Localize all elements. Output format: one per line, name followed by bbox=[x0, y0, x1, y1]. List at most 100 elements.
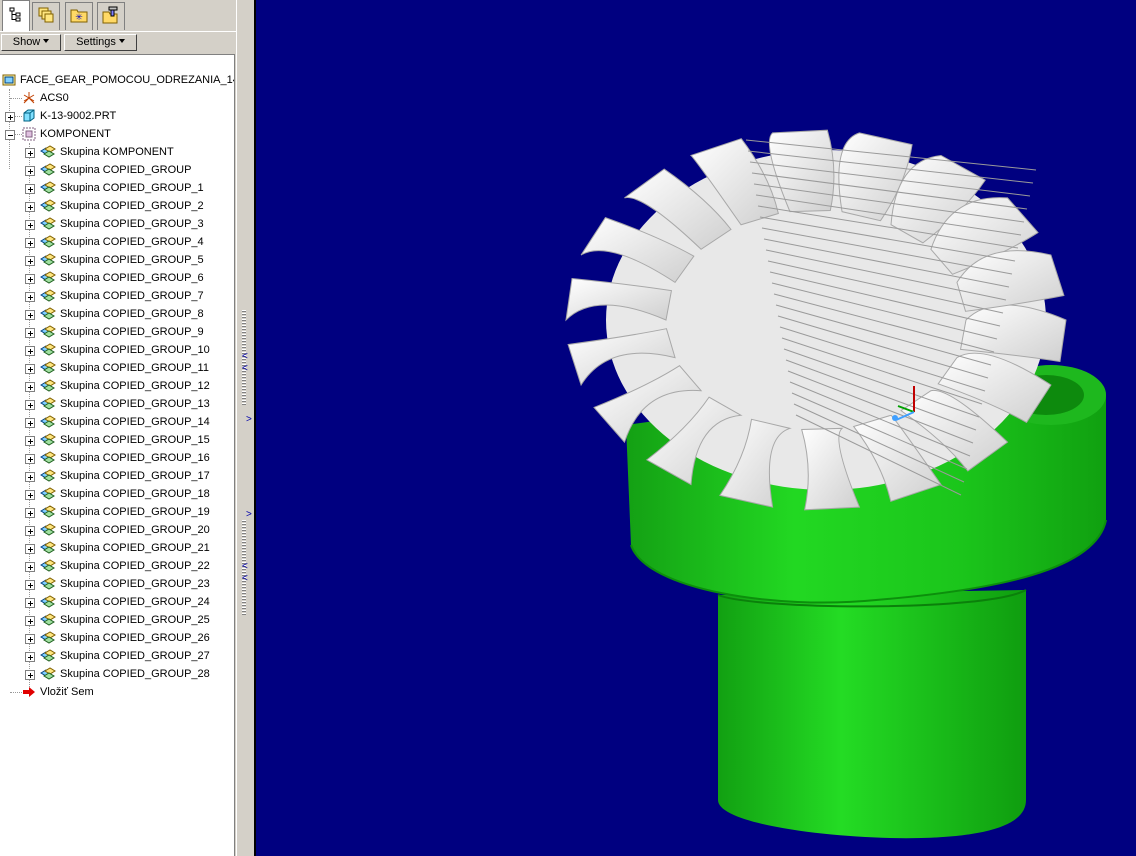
expand-toggle[interactable] bbox=[25, 400, 35, 410]
tree-item-group[interactable]: Skupina COPIED_GROUP_9 bbox=[40, 323, 230, 341]
tree-item-group[interactable]: Skupina COPIED_GROUP_16 bbox=[40, 449, 230, 467]
expand-toggle[interactable] bbox=[25, 346, 35, 356]
tree-item-root[interactable]: FACE_GEAR_POMOCOU_ODREZANIA_142 bbox=[2, 71, 234, 89]
expand-toggle[interactable] bbox=[25, 598, 35, 608]
group-icon bbox=[40, 307, 56, 321]
tree-item-group[interactable]: Skupina COPIED_GROUP_11 bbox=[40, 359, 230, 377]
collapse-left-arrow-icon[interactable]: < bbox=[242, 562, 248, 572]
collapse-left-arrow-icon[interactable]: < bbox=[242, 352, 248, 362]
tree-item-label: Skupina COPIED_GROUP_26 bbox=[60, 632, 210, 644]
expand-toggle[interactable] bbox=[25, 166, 35, 176]
tab-favorites[interactable]: ✳ bbox=[65, 2, 93, 30]
tree-item-group[interactable]: Skupina COPIED_GROUP_14 bbox=[40, 413, 230, 431]
tab-tools[interactable] bbox=[97, 2, 125, 30]
shaft-body[interactable] bbox=[717, 589, 1027, 839]
expand-toggle[interactable] bbox=[25, 490, 35, 500]
tree-item-group[interactable]: Skupina COPIED_GROUP_1 bbox=[40, 179, 230, 197]
tree-item-group[interactable]: Skupina COPIED_GROUP_10 bbox=[40, 341, 230, 359]
chevron-down-icon bbox=[43, 39, 50, 43]
tree-item-group[interactable]: Skupina COPIED_GROUP bbox=[40, 161, 230, 179]
collapse-left-arrow-icon[interactable]: < bbox=[242, 364, 248, 374]
model-render[interactable] bbox=[256, 0, 1136, 856]
expand-toggle[interactable] bbox=[25, 472, 35, 482]
tree-item-label: Skupina COPIED_GROUP_27 bbox=[60, 650, 210, 662]
expand-toggle[interactable] bbox=[25, 454, 35, 464]
tree-item-group[interactable]: Skupina COPIED_GROUP_22 bbox=[40, 557, 230, 575]
expand-toggle[interactable] bbox=[25, 562, 35, 572]
expand-toggle[interactable] bbox=[25, 670, 35, 680]
expand-toggle[interactable] bbox=[25, 580, 35, 590]
tree-item-group[interactable]: Skupina COPIED_GROUP_4 bbox=[40, 233, 230, 251]
model-tree[interactable]: FACE_GEAR_POMOCOU_ODREZANIA_142 ACS0 K-1… bbox=[0, 54, 235, 856]
tree-item-label: Skupina COPIED_GROUP_1 bbox=[60, 182, 204, 194]
collapse-toggle[interactable] bbox=[5, 130, 15, 140]
tree-item-group[interactable]: Skupina COPIED_GROUP_15 bbox=[40, 431, 230, 449]
expand-toggle[interactable] bbox=[25, 418, 35, 428]
tree-item-group[interactable]: Skupina COPIED_GROUP_21 bbox=[40, 539, 230, 557]
expand-toggle[interactable] bbox=[25, 436, 35, 446]
expand-toggle[interactable] bbox=[25, 526, 35, 536]
tree-item-part[interactable]: K-13-9002.PRT bbox=[22, 107, 222, 125]
tree-item-acs0[interactable]: ACS0 bbox=[22, 89, 222, 107]
group-icon bbox=[40, 631, 56, 645]
expand-toggle[interactable] bbox=[25, 292, 35, 302]
expand-toggle[interactable] bbox=[5, 112, 15, 122]
tree-item-komponent[interactable]: KOMPONENT bbox=[22, 125, 222, 143]
expand-toggle[interactable] bbox=[25, 256, 35, 266]
expand-toggle[interactable] bbox=[25, 184, 35, 194]
expand-toggle[interactable] bbox=[25, 202, 35, 212]
tree-item-group[interactable]: Skupina COPIED_GROUP_5 bbox=[40, 251, 230, 269]
expand-toggle[interactable] bbox=[25, 544, 35, 554]
tree-item-group[interactable]: Skupina COPIED_GROUP_8 bbox=[40, 305, 230, 323]
expand-right-arrow-icon[interactable]: > bbox=[246, 415, 252, 425]
tree-item-label: Skupina COPIED_GROUP_11 bbox=[60, 362, 209, 374]
tree-item-group[interactable]: Skupina COPIED_GROUP_2 bbox=[40, 197, 230, 215]
tree-item-group[interactable]: Skupina COPIED_GROUP_26 bbox=[40, 629, 230, 647]
tree-item-group[interactable]: Skupina COPIED_GROUP_7 bbox=[40, 287, 230, 305]
graphics-viewport[interactable] bbox=[254, 0, 1136, 856]
tree-item-group[interactable]: Skupina COPIED_GROUP_18 bbox=[40, 485, 230, 503]
expand-toggle[interactable] bbox=[25, 148, 35, 158]
settings-button[interactable]: Settings bbox=[64, 34, 137, 51]
expand-toggle[interactable] bbox=[25, 382, 35, 392]
expand-toggle[interactable] bbox=[25, 220, 35, 230]
collapse-left-arrow-icon[interactable]: < bbox=[242, 574, 248, 584]
tree-item-label: Skupina COPIED_GROUP_2 bbox=[60, 200, 204, 212]
tree-item-group[interactable]: Skupina COPIED_GROUP_23 bbox=[40, 575, 230, 593]
tree-item-group[interactable]: Skupina COPIED_GROUP_19 bbox=[40, 503, 230, 521]
tools-icon bbox=[102, 6, 120, 27]
tree-item-insert-here[interactable]: Vložiť Sem bbox=[22, 683, 222, 701]
expand-toggle[interactable] bbox=[25, 274, 35, 284]
tree-item-group[interactable]: Skupina COPIED_GROUP_12 bbox=[40, 377, 230, 395]
tree-item-group[interactable]: Skupina COPIED_GROUP_27 bbox=[40, 647, 230, 665]
tree-item-label: Skupina COPIED_GROUP_18 bbox=[60, 488, 210, 500]
group-icon bbox=[40, 145, 56, 159]
tree-item-group[interactable]: Skupina COPIED_GROUP_25 bbox=[40, 611, 230, 629]
group-icon bbox=[40, 397, 56, 411]
tree-item-group[interactable]: Skupina COPIED_GROUP_6 bbox=[40, 269, 230, 287]
expand-right-arrow-icon[interactable]: > bbox=[246, 510, 252, 520]
tab-layers[interactable] bbox=[32, 2, 60, 30]
expand-toggle[interactable] bbox=[25, 508, 35, 518]
expand-toggle[interactable] bbox=[25, 364, 35, 374]
expand-toggle[interactable] bbox=[25, 634, 35, 644]
show-button[interactable]: Show bbox=[1, 34, 61, 51]
expand-toggle[interactable] bbox=[25, 652, 35, 662]
expand-toggle[interactable] bbox=[25, 310, 35, 320]
tree-item-group[interactable]: Skupina KOMPONENT bbox=[40, 143, 230, 161]
tree-item-label: Skupina COPIED_GROUP_7 bbox=[60, 290, 204, 302]
tree-connector bbox=[10, 692, 22, 693]
expand-toggle[interactable] bbox=[25, 238, 35, 248]
tree-item-label: Skupina COPIED_GROUP_13 bbox=[60, 398, 210, 410]
tree-item-group[interactable]: Skupina COPIED_GROUP_28 bbox=[40, 665, 230, 683]
group-icon bbox=[40, 361, 56, 375]
tree-item-group[interactable]: Skupina COPIED_GROUP_17 bbox=[40, 467, 230, 485]
tree-item-group[interactable]: Skupina COPIED_GROUP_20 bbox=[40, 521, 230, 539]
tree-item-group[interactable]: Skupina COPIED_GROUP_13 bbox=[40, 395, 230, 413]
tab-model-tree[interactable] bbox=[2, 0, 30, 31]
tree-item-group[interactable]: Skupina COPIED_GROUP_3 bbox=[40, 215, 230, 233]
panel-splitter[interactable]: < < > > < < bbox=[236, 0, 254, 856]
expand-toggle[interactable] bbox=[25, 328, 35, 338]
expand-toggle[interactable] bbox=[25, 616, 35, 626]
tree-item-group[interactable]: Skupina COPIED_GROUP_24 bbox=[40, 593, 230, 611]
